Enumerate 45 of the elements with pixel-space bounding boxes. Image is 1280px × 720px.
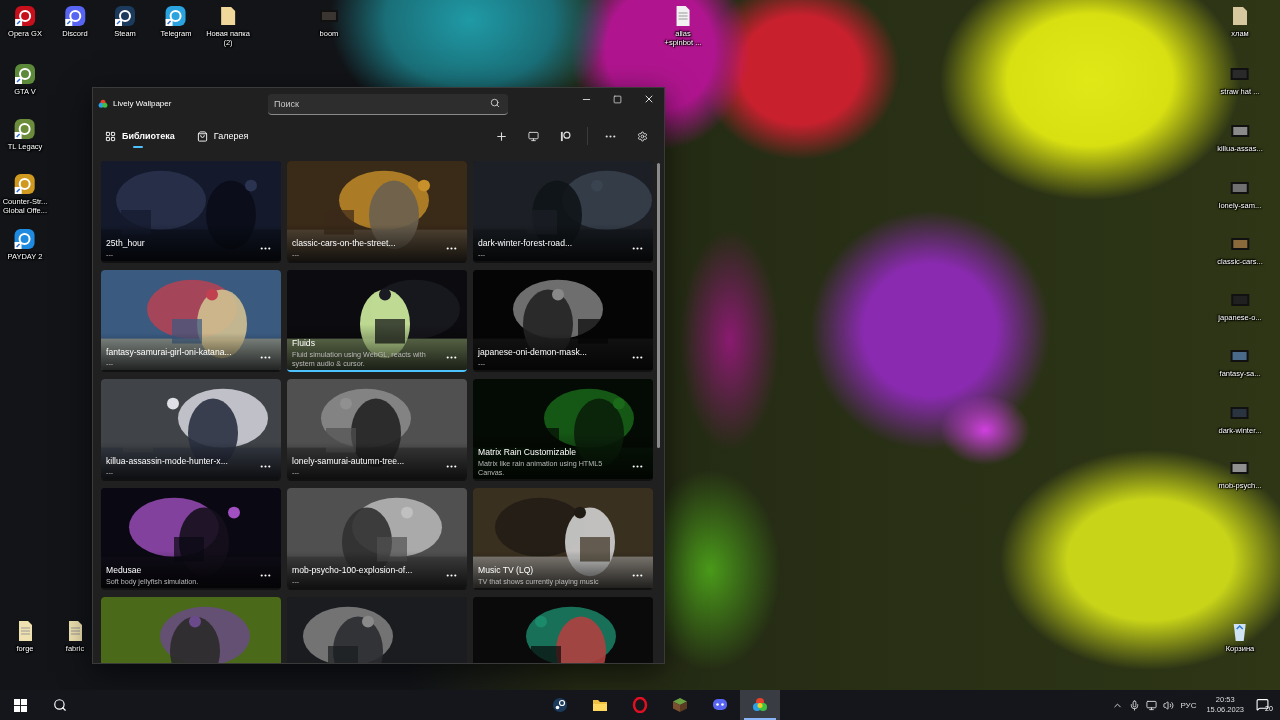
card-title: japanese-oni-demon-mask... [478, 347, 588, 357]
volume-icon[interactable] [1163, 699, 1175, 711]
scrollbar[interactable] [657, 163, 660, 448]
app-icon [14, 228, 36, 250]
folder-icon [592, 698, 608, 712]
petals-icon [752, 697, 768, 713]
grid-icon [105, 130, 116, 142]
card-title: dark-winter-forest-road... [478, 238, 574, 248]
windows-logo-icon [13, 698, 27, 712]
app-logo-icon [98, 98, 108, 109]
settings-icon [636, 130, 648, 142]
app-icon [165, 5, 187, 27]
card-title: mob-psycho-100-explosion-of... [292, 565, 414, 575]
card-title: fantasy-samurai-girl-oni-katana... [106, 347, 233, 357]
search-field[interactable]: Поиск [268, 94, 508, 115]
card-title: killua-assassin-mode-hunter-x... [106, 456, 229, 466]
search-icon [490, 98, 500, 108]
maximize-icon [613, 94, 622, 104]
tab[interactable]: Библиотека [105, 124, 175, 148]
language-indicator[interactable]: РУС [1180, 700, 1197, 710]
circle-bar-icon [559, 130, 571, 142]
card-title: Matrix Rain Customizable [478, 447, 577, 457]
app-icon [64, 5, 86, 27]
card-title: Medusae [106, 565, 143, 575]
chat-icon [712, 698, 728, 712]
microphone-icon[interactable] [1129, 699, 1141, 711]
app-icon [14, 173, 36, 195]
app-icon [14, 5, 36, 27]
card-title: classic-cars-on-the-street... [292, 238, 397, 248]
cube-icon [672, 697, 688, 713]
tab[interactable]: Галерея [196, 124, 249, 148]
app-icon [14, 63, 36, 85]
card-title: lonely-samurai-autumn-tree... [292, 456, 406, 466]
app-icon [114, 5, 136, 27]
bag-icon [196, 130, 208, 142]
ring-icon [632, 697, 648, 713]
monitor-icon [527, 130, 539, 142]
card-title: 25th_hour [106, 238, 146, 248]
plus-icon [494, 129, 508, 143]
card-title: Fluids [292, 338, 316, 348]
network-icon[interactable] [1146, 699, 1158, 711]
search-icon [53, 698, 67, 712]
window-title: Lively Wallpaper [113, 99, 173, 108]
app-icon [14, 118, 36, 140]
card-title: Music TV (LQ) [478, 565, 535, 575]
